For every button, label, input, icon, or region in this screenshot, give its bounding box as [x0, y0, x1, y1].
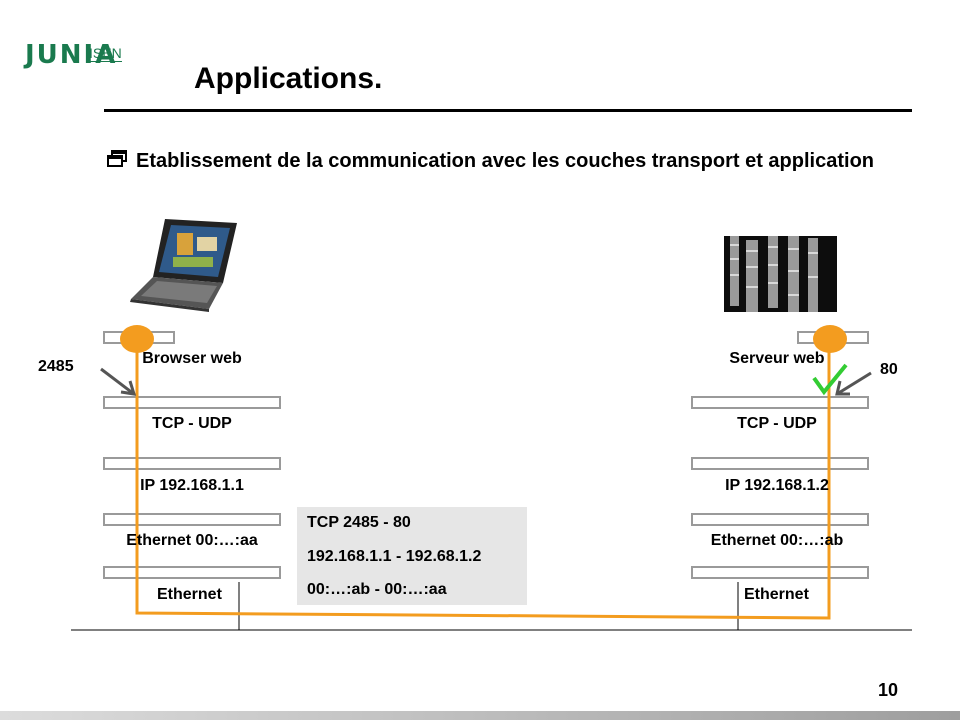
footer-bar	[0, 711, 960, 720]
server-app-label: Serveur web	[729, 350, 825, 367]
slide-number: 10	[878, 680, 899, 700]
server-port-label: 80	[880, 361, 898, 378]
client-port-label: 2485	[38, 358, 74, 375]
client-mac-label: Ethernet 00:…:aa	[126, 532, 258, 549]
server-mac-label: Ethernet 00:…:ab	[710, 532, 844, 549]
client-transport-label: TCP - UDP	[152, 415, 232, 432]
client-app-label: Browser web	[142, 350, 242, 367]
server-transport-label: TCP - UDP	[737, 415, 817, 432]
client-ip-label: IP 192.168.1.1	[140, 477, 244, 494]
pointer-arrow-icon	[835, 371, 872, 396]
server-link-label: Ethernet	[744, 586, 809, 603]
server-ip-label: IP 192.168.1.2	[725, 477, 829, 494]
server-endpoint-dot	[813, 325, 847, 353]
pointer-arrow-icon	[100, 367, 137, 396]
client-endpoint-dot	[120, 325, 154, 353]
client-link-label: Ethernet	[157, 586, 222, 603]
